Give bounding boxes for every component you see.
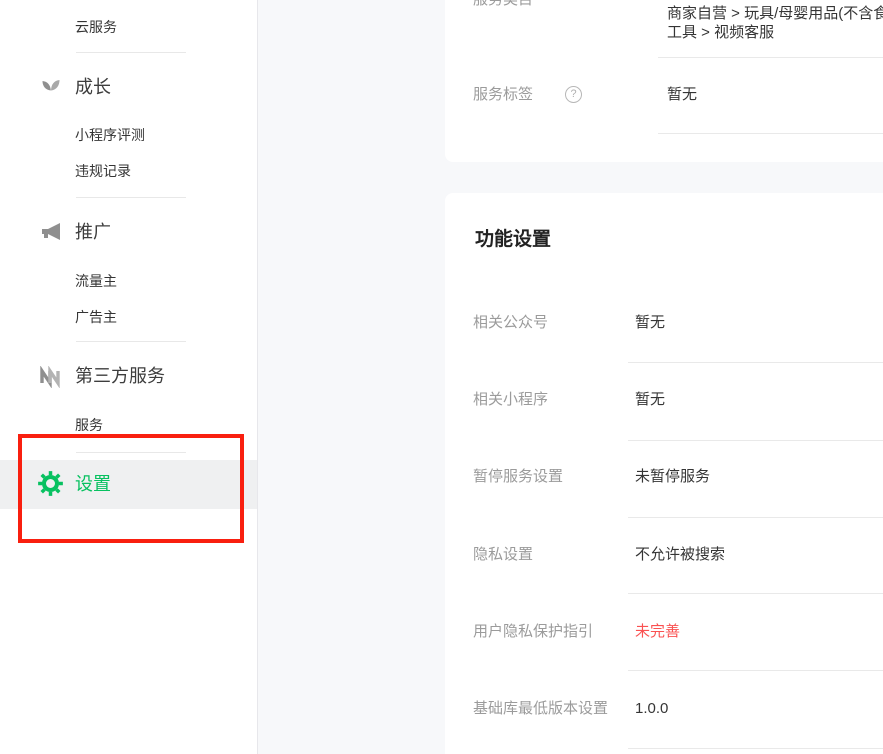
sidebar-group-growth[interactable]: 成长 — [75, 74, 111, 100]
sprout-icon — [40, 77, 62, 99]
row-divider — [628, 362, 883, 363]
row-divider — [628, 748, 883, 749]
user-privacy-guide-value: 未完善 — [635, 622, 680, 642]
card-title: 功能设置 — [475, 227, 551, 253]
gear-icon — [37, 470, 64, 497]
service-category-line-1: 商家自营 > 玩具/母婴用品(不含食品) — [667, 4, 883, 23]
row-divider — [628, 593, 883, 594]
sidebar-group-third-party-service[interactable]: 第三方服务 — [75, 363, 165, 389]
app-window: 云服务 成长 小程序评测 违规记录 推广 流量主 广告主 — [0, 0, 883, 754]
sidebar-divider — [76, 197, 186, 198]
sidebar-divider — [76, 452, 186, 453]
service-category-line-2: 工具 > 视频客服 — [667, 23, 883, 42]
service-tag-value: 暂无 — [667, 85, 697, 105]
sidebar-item-advertiser[interactable]: 广告主 — [75, 305, 117, 329]
sidebar-divider — [76, 52, 186, 53]
function-settings-card: 功能设置 相关公众号 暂无 相关小程序 暂无 暂停服务设置 未暂停服务 隐私设置… — [445, 193, 883, 754]
related-miniprogram-value: 暂无 — [635, 390, 665, 410]
sidebar-item-settings-label: 设置 — [75, 471, 111, 497]
user-privacy-guide-label: 用户隐私保护指引 — [473, 622, 593, 642]
row-divider — [628, 440, 883, 441]
sidebar-item-service[interactable]: 服务 — [75, 413, 103, 437]
related-official-account-value: 暂无 — [635, 313, 665, 333]
row-divider — [628, 517, 883, 518]
related-miniprogram-label: 相关小程序 — [473, 390, 548, 410]
sidebar: 云服务 成长 小程序评测 违规记录 推广 流量主 广告主 — [0, 0, 258, 754]
question-mark-icon[interactable]: ? — [565, 86, 582, 103]
row-divider — [658, 133, 883, 134]
third-party-icon — [40, 366, 62, 388]
row-divider — [658, 57, 883, 58]
base-library-version-value: 1.0.0 — [635, 699, 668, 719]
pause-service-label: 暂停服务设置 — [473, 467, 563, 487]
privacy-setting-value: 不允许被搜索 — [635, 545, 725, 565]
related-official-account-label: 相关公众号 — [473, 313, 548, 333]
service-tag-label: 服务标签 — [473, 85, 533, 105]
sidebar-item-miniprogram-evaluation[interactable]: 小程序评测 — [75, 123, 145, 147]
sidebar-item-cloud-service[interactable]: 云服务 — [75, 15, 117, 39]
sidebar-item-traffic-owner[interactable]: 流量主 — [75, 269, 117, 293]
service-category-label: 服务类目 — [473, 0, 533, 10]
sidebar-group-promotion[interactable]: 推广 — [75, 219, 111, 245]
base-library-version-label: 基础库最低版本设置 — [473, 699, 608, 719]
sidebar-item-settings[interactable]: 设置 — [0, 460, 257, 509]
sidebar-divider — [76, 341, 186, 342]
service-category-value: 商家自营 > 玩具/母婴用品(不含食品) 工具 > 视频客服 — [667, 4, 883, 42]
privacy-setting-label: 隐私设置 — [473, 545, 533, 565]
row-divider — [628, 670, 883, 671]
service-info-card: 服务类目 商家自营 > 玩具/母婴用品(不含食品) 工具 > 视频客服 服务标签… — [445, 0, 883, 162]
sidebar-item-violation-record[interactable]: 违规记录 — [75, 159, 131, 183]
megaphone-icon — [40, 221, 62, 243]
pause-service-value: 未暂停服务 — [635, 467, 710, 487]
main-content: 服务类目 商家自营 > 玩具/母婴用品(不含食品) 工具 > 视频客服 服务标签… — [258, 0, 883, 754]
